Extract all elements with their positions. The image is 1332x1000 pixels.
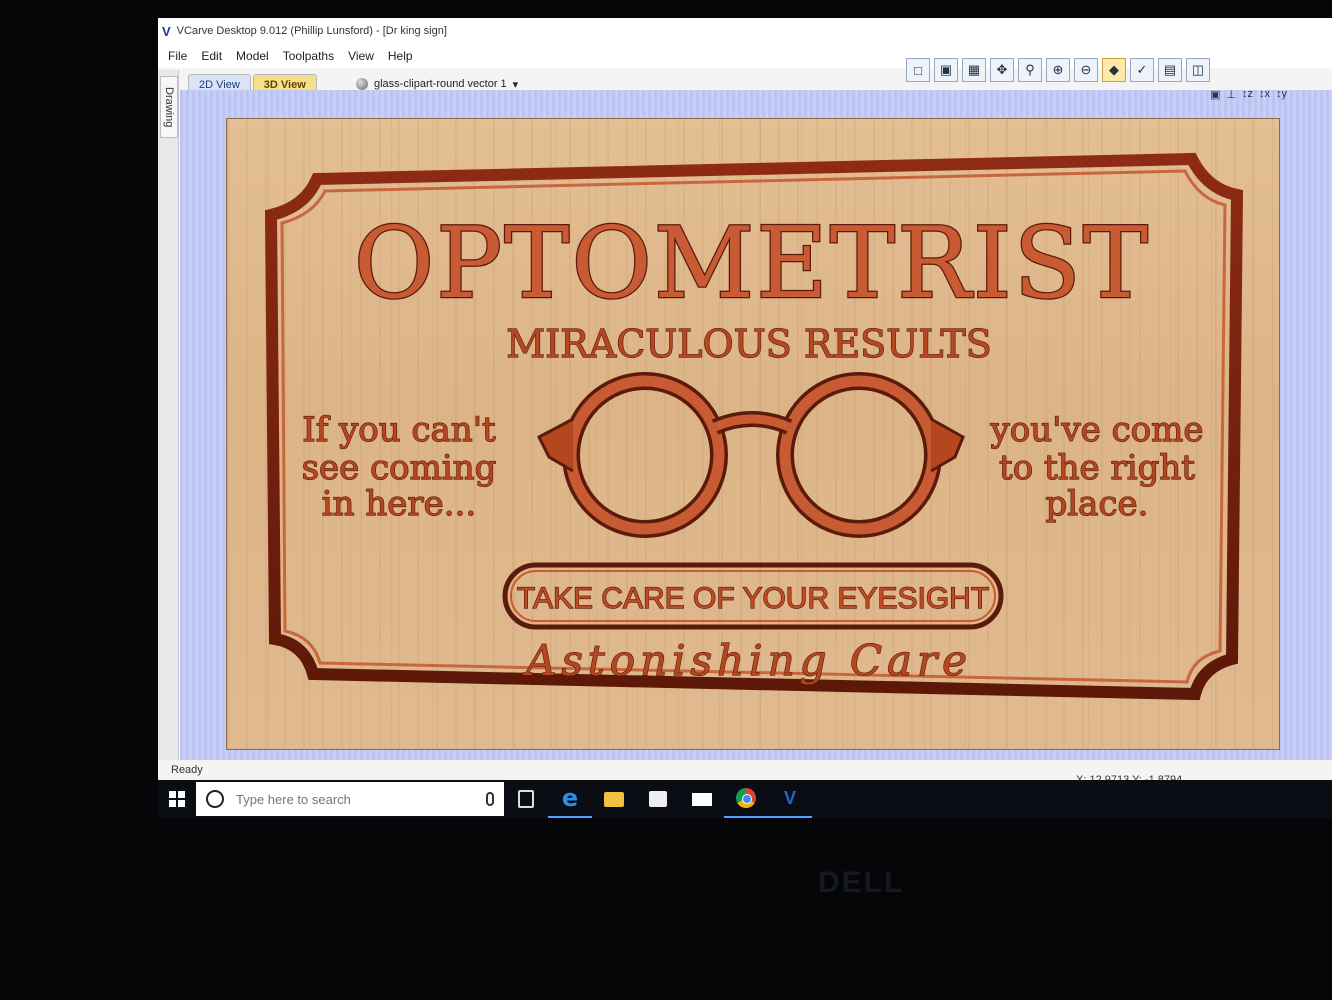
banner-text: TAKE CARE OF YOUR EYESIGHT [517, 582, 989, 615]
vcarve-logo-icon: V [162, 23, 171, 39]
mail-button[interactable] [680, 780, 724, 818]
view-toolbar: □ ▣ ▦ ✥ ⚲ ⊕ ⊖ ◆ ✓ ▤ ◫ [906, 58, 1210, 84]
microphone-icon[interactable] [486, 792, 494, 806]
split-view-icon[interactable]: ◫ [1186, 58, 1210, 82]
menu-help[interactable]: Help [388, 49, 413, 63]
chevron-down-icon: ▾ [512, 78, 519, 91]
menu-model[interactable]: Model [236, 49, 269, 63]
menu-toolpaths[interactable]: Toolpaths [283, 49, 334, 63]
pan-icon[interactable]: ✥ [990, 58, 1014, 82]
status-bar: Ready X: 12.9713 Y: -1.8794 [158, 760, 1332, 786]
vcarve-button[interactable]: V [768, 780, 812, 818]
task-view-button[interactable] [504, 780, 548, 818]
y-top-icon[interactable]: ↕y [1276, 88, 1287, 101]
left-panel: Drawing [158, 70, 179, 770]
drawing-tab[interactable]: Drawing [160, 76, 178, 138]
file-explorer-button[interactable] [592, 780, 636, 818]
chrome-icon [736, 788, 756, 808]
x-top-icon[interactable]: ↕x [1259, 88, 1270, 101]
store-button[interactable] [636, 780, 680, 818]
zoom-out-icon[interactable]: ⊖ [1074, 58, 1098, 82]
3d-viewport[interactable]: ▣ ⊥ ↕z ↕x ↕y OPTOMETRIST MIRACULOUS RESU… [180, 88, 1332, 770]
edge-button[interactable]: e [548, 780, 592, 818]
view-fit-icon[interactable]: □ [906, 58, 930, 82]
mail-icon [692, 792, 712, 806]
sweep-icon[interactable]: ✓ [1130, 58, 1154, 82]
task-view-icon [518, 790, 534, 808]
grid-icon[interactable]: ▦ [962, 58, 986, 82]
menu-view[interactable]: View [348, 49, 374, 63]
menu-edit[interactable]: Edit [201, 49, 222, 63]
left-text-line-3: in here... [322, 484, 476, 524]
monitor-brand-logo: DELL [818, 866, 905, 899]
vcarve-icon: V [783, 787, 796, 808]
windows-logo-icon [169, 791, 185, 807]
window-title: VCarve Desktop 9.012 (Phillip Lunsford) … [176, 25, 447, 37]
monitor-screen: V VCarve Desktop 9.012 (Phillip Lunsford… [158, 18, 1332, 818]
search-input[interactable] [234, 790, 476, 808]
taskbar: e V [158, 780, 1332, 818]
right-text-line-1: you've come [990, 410, 1204, 450]
edge-icon: e [561, 784, 579, 812]
right-text-line-3: place. [1046, 484, 1149, 524]
file-explorer-icon [604, 791, 624, 807]
sign-board: OPTOMETRIST MIRACULOUS RESULTS If you ca… [226, 118, 1280, 750]
iso-view-icon[interactable]: ▣ [1210, 88, 1220, 101]
glasses-graphic [537, 372, 965, 538]
x-axis-icon[interactable]: ⊥ [1226, 88, 1236, 101]
sign-artwork: OPTOMETRIST MIRACULOUS RESULTS If you ca… [264, 152, 1244, 701]
taskbar-search[interactable] [196, 782, 504, 816]
title-bar: V VCarve Desktop 9.012 (Phillip Lunsford… [158, 18, 1332, 44]
layout-icon[interactable]: ▤ [1158, 58, 1182, 82]
sign-subtitle: MIRACULOUS RESULTS [506, 322, 992, 366]
cortana-icon [206, 790, 224, 808]
zoom-in-icon[interactable]: ⊕ [1046, 58, 1070, 82]
store-icon [649, 791, 667, 807]
layer-icon [356, 78, 368, 90]
zoom-icon[interactable]: ⚲ [1018, 58, 1042, 82]
chrome-button[interactable] [724, 780, 768, 818]
render-icon[interactable]: ◆ [1102, 58, 1126, 82]
sign-tagline: Astonishing Care [522, 636, 972, 685]
left-text-line-2: see coming [302, 448, 497, 488]
status-text: Ready [171, 764, 203, 776]
left-text-line-1: If you can't [302, 410, 496, 450]
right-text-line-2: to the right [999, 448, 1195, 488]
z-axis-icon[interactable]: ↕z [1242, 88, 1253, 101]
view-select-icon[interactable]: ▣ [934, 58, 958, 82]
start-button[interactable] [158, 780, 196, 818]
layer-name: glass-clipart-round vector 1 [374, 78, 507, 90]
axis-toolbar: ▣ ⊥ ↕z ↕x ↕y [1210, 88, 1287, 101]
menu-file[interactable]: File [168, 49, 187, 63]
sign-title: OPTOMETRIST [354, 207, 1150, 321]
